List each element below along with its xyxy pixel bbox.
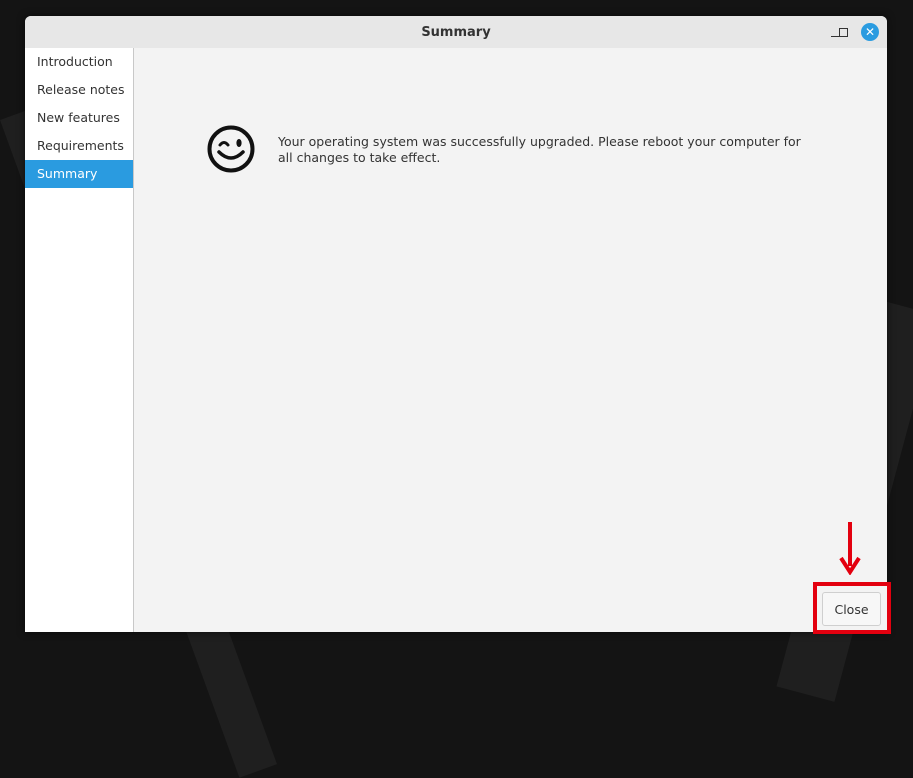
upgrade-window: Summary ✕ Introduction Release notes New… xyxy=(25,16,887,632)
close-icon: ✕ xyxy=(861,23,879,41)
sidebar: Introduction Release notes New features … xyxy=(25,48,134,632)
window-title: Summary xyxy=(421,24,491,40)
sidebar-item-new-features[interactable]: New features xyxy=(25,104,133,132)
window-close-button[interactable]: ✕ xyxy=(860,16,880,48)
wink-smiley-icon xyxy=(207,125,255,173)
titlebar[interactable]: Summary ✕ xyxy=(25,16,887,48)
sidebar-item-requirements[interactable]: Requirements xyxy=(25,132,133,160)
arrow-down-icon xyxy=(839,522,861,575)
summary-content: Your operating system was successfully u… xyxy=(134,48,887,632)
maximize-button[interactable] xyxy=(833,16,853,48)
sidebar-item-introduction[interactable]: Introduction xyxy=(25,48,133,76)
maximize-icon xyxy=(838,27,848,37)
sidebar-item-summary[interactable]: Summary xyxy=(25,160,133,188)
success-message: Your operating system was successfully u… xyxy=(278,134,801,165)
close-button[interactable]: Close xyxy=(822,592,881,626)
sidebar-item-release-notes[interactable]: Release notes xyxy=(25,76,133,104)
